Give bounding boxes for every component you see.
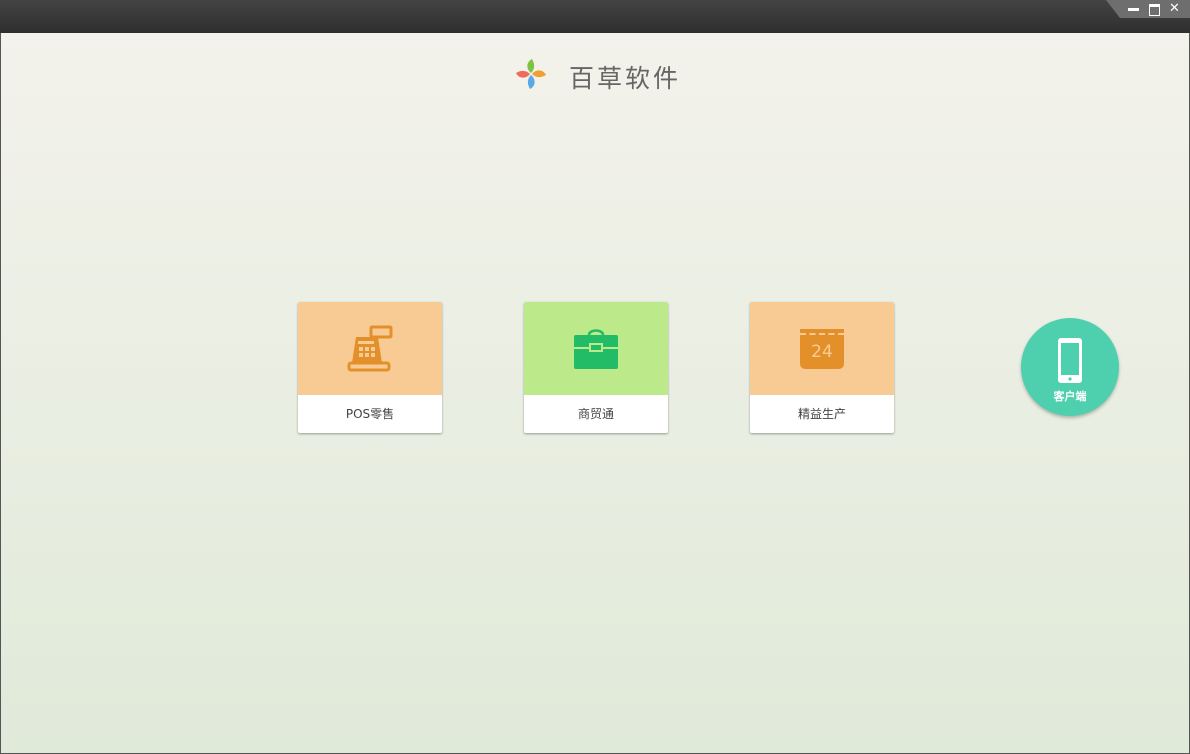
main-content: 百草软件 POS零售 商贸通 24 精益生产 客户端 — [0, 33, 1190, 754]
calendar-day: 24 — [811, 341, 833, 362]
client-label: 客户端 — [1053, 390, 1087, 403]
module-lean-production[interactable]: 24 精益生产 — [750, 302, 894, 433]
module-tile: 24 — [750, 302, 894, 395]
module-trade[interactable]: 商贸通 — [524, 302, 668, 433]
calendar-icon: 24 — [800, 328, 844, 369]
cash-register-icon — [347, 325, 393, 371]
briefcase-icon — [574, 328, 618, 369]
module-pos-retail[interactable]: POS零售 — [298, 302, 442, 433]
minimize-icon[interactable] — [1127, 3, 1141, 15]
logo-icon — [516, 59, 546, 89]
brand-name: 百草软件 — [569, 64, 682, 93]
module-tile — [298, 302, 442, 395]
module-label: POS零售 — [345, 407, 395, 421]
maximize-icon[interactable] — [1148, 3, 1162, 16]
close-icon[interactable]: ✕ — [1169, 2, 1183, 15]
module-tile — [524, 302, 668, 395]
module-label: 精益生产 — [797, 407, 846, 421]
module-label: 商贸通 — [577, 407, 614, 421]
client-button[interactable]: 客户端 — [1021, 318, 1119, 416]
mobile-phone-icon — [1058, 338, 1082, 383]
title-bar: ✕ — [0, 0, 1190, 33]
